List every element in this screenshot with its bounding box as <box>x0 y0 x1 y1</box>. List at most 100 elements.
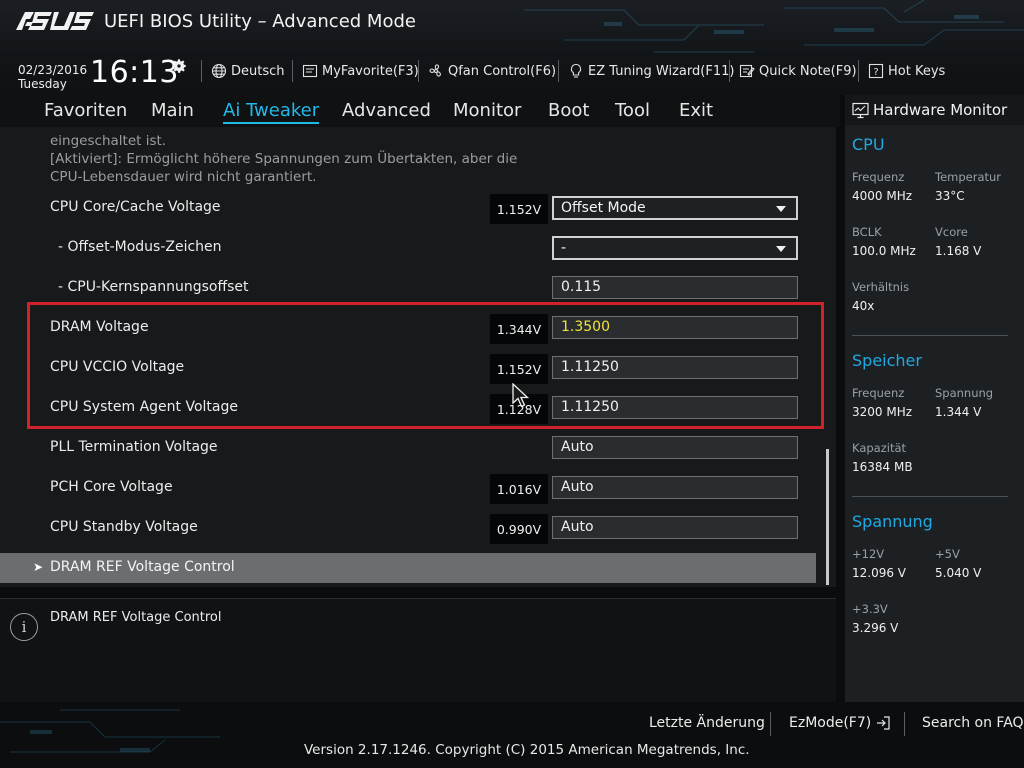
setting-label-cpu-kernspannungsoffset[interactable]: - CPU-Kernspannungsoffset <box>58 279 249 295</box>
v12-label: +12V <box>852 547 885 561</box>
pll-termination-voltage-field[interactable]: Auto <box>552 436 798 459</box>
memory-capacity-value: 16384 MB <box>852 460 913 474</box>
memory-frequency-value: 3200 MHz <box>852 405 913 419</box>
tab-monitor[interactable]: Monitor <box>453 100 521 121</box>
vcore-value: 1.168 V <box>935 244 982 258</box>
hot-keys-label: Hot Keys <box>888 63 946 79</box>
description-line: CPU-Lebensdauer wird nicht garantiert. <box>50 169 317 185</box>
toolbar-separator <box>729 60 730 82</box>
voltage-reading: 0.990V <box>490 514 548 544</box>
chevron-down-icon <box>776 206 786 212</box>
cpu-temperature-label: Temperatur <box>935 170 1002 184</box>
v12-value: 12.096 V <box>852 566 907 580</box>
cpu-kernspannungsoffset-field[interactable]: 0.115 <box>552 276 798 299</box>
cpu-standby-voltage-field[interactable]: Auto <box>552 516 798 539</box>
exit-arrow-icon <box>877 716 890 730</box>
footer-separator <box>770 712 771 736</box>
circuit-decoration <box>524 0 1024 53</box>
ezmode-label: EzMode(F7) <box>789 715 872 731</box>
lightbulb-icon <box>570 63 582 78</box>
setting-label-cpu-core-cache-voltage[interactable]: CPU Core/Cache Voltage <box>50 199 221 215</box>
globe-icon <box>211 63 227 79</box>
tab-advanced[interactable]: Advanced <box>342 100 431 121</box>
qfan-control-button[interactable]: Qfan Control(F6) <box>428 61 556 81</box>
ratio-label: Verhältnis <box>852 280 910 294</box>
setting-label-pch-core-voltage[interactable]: PCH Core Voltage <box>50 479 173 495</box>
tab-boot[interactable]: Boot <box>548 100 589 121</box>
pch-core-voltage-field[interactable]: Auto <box>552 476 798 499</box>
top-bar: UEFI BIOS Utility – Advanced Mode 02/23/… <box>0 0 1024 95</box>
cpu-frequency-label: Frequenz <box>852 170 905 184</box>
clock[interactable]: 16:13 <box>90 55 179 90</box>
circuit-decoration <box>0 709 220 753</box>
main-navigation: Favoriten Main Ai Tweaker Advanced Monit… <box>0 95 840 127</box>
date-display: 02/23/2016 Tuesday <box>18 63 87 91</box>
dropdown-value: - <box>561 240 567 256</box>
memory-voltage-value: 1.344 V <box>935 405 982 419</box>
bottom-bar: Letzte Änderung EzMode(F7) Search on FAQ… <box>0 702 1024 768</box>
version-text: Version 2.17.1246. Copyright (C) 2015 Am… <box>304 742 750 758</box>
description-line: eingeschaltet ist. <box>50 133 167 149</box>
chevron-down-icon <box>776 246 786 252</box>
hardware-monitor-title: Hardware Monitor <box>873 101 1008 119</box>
tab-ai-tweaker[interactable]: Ai Tweaker <box>223 100 320 124</box>
setting-label-offset-modus-zeichen[interactable]: - Offset-Modus-Zeichen <box>58 239 222 255</box>
info-panel: i DRAM REF Voltage Control <box>0 598 836 702</box>
vcore-label: Vcore <box>935 225 968 239</box>
cpu-section-heading: CPU <box>852 135 885 154</box>
help-icon: ? <box>868 63 884 79</box>
hardware-monitor-panel: Hardware Monitor CPU Frequenz Temperatur… <box>845 95 1024 702</box>
setting-label-cpu-standby-voltage[interactable]: CPU Standby Voltage <box>50 519 198 535</box>
gear-icon[interactable] <box>170 57 188 75</box>
dropdown-value: Offset Mode <box>561 200 646 216</box>
tab-exit[interactable]: Exit <box>679 100 713 121</box>
cpu-core-cache-voltage-dropdown[interactable]: Offset Mode <box>552 196 798 220</box>
fan-icon <box>429 64 441 77</box>
ez-tuning-label: EZ Tuning Wizard(F11) <box>588 63 735 79</box>
v5-label: +5V <box>935 547 960 561</box>
setting-label-pll-termination-voltage[interactable]: PLL Termination Voltage <box>50 439 218 455</box>
bclk-label: BCLK <box>852 225 882 239</box>
toolbar-separator <box>201 60 202 82</box>
voltage-reading: 1.152V <box>490 194 548 224</box>
offset-modus-zeichen-dropdown[interactable]: - <box>552 236 798 260</box>
footer-separator <box>904 712 905 736</box>
cpu-temperature-value: 33°C <box>935 189 965 203</box>
v33-label: +3.3V <box>852 602 888 616</box>
memory-voltage-label: Spannung <box>935 386 994 400</box>
toolbar-separator <box>558 60 559 82</box>
submenu-dram-ref-voltage-control[interactable]: ➤ DRAM REF Voltage Control <box>0 553 816 583</box>
quick-note-label: Quick Note(F9) <box>759 63 857 79</box>
date-text: 02/23/2016 <box>18 63 88 77</box>
tab-main[interactable]: Main <box>151 100 194 121</box>
search-faq-button[interactable]: Search on FAQ <box>922 715 1024 731</box>
highlight-box <box>27 302 824 429</box>
language-button[interactable]: Deutsch <box>211 61 285 81</box>
toolbar-separator <box>858 60 859 82</box>
ez-tuning-wizard-button[interactable]: EZ Tuning Wizard(F11) <box>568 61 734 81</box>
scrollbar[interactable] <box>826 449 829 585</box>
voltage-section-heading: Spannung <box>852 512 933 531</box>
tab-tool[interactable]: Tool <box>615 100 650 121</box>
info-icon: i <box>10 613 38 641</box>
last-change-label: Letzte Änderung <box>649 715 765 731</box>
last-change-button[interactable]: Letzte Änderung <box>649 715 765 731</box>
tab-favoriten[interactable]: Favoriten <box>44 100 127 121</box>
svg-text:?: ? <box>873 67 878 78</box>
day-text: Tuesday <box>18 77 67 91</box>
section-divider <box>852 496 1008 497</box>
quick-note-button[interactable]: Quick Note(F9) <box>739 61 857 81</box>
info-text: DRAM REF Voltage Control <box>50 610 222 625</box>
mouse-cursor-icon <box>512 383 530 408</box>
toolbar-separator <box>418 60 419 82</box>
myfavorite-label: MyFavorite(F3) <box>322 63 419 79</box>
v5-value: 5.040 V <box>935 566 982 580</box>
section-divider <box>852 335 1008 336</box>
cpu-frequency-value: 4000 MHz <box>852 189 913 203</box>
memory-capacity-label: Kapazität <box>852 441 907 455</box>
v33-value: 3.296 V <box>852 621 899 635</box>
monitor-icon <box>852 102 869 119</box>
ezmode-button[interactable]: EzMode(F7) <box>789 715 891 731</box>
myfavorite-button[interactable]: MyFavorite(F3) <box>302 61 419 81</box>
hot-keys-button[interactable]: ? Hot Keys <box>868 61 945 81</box>
